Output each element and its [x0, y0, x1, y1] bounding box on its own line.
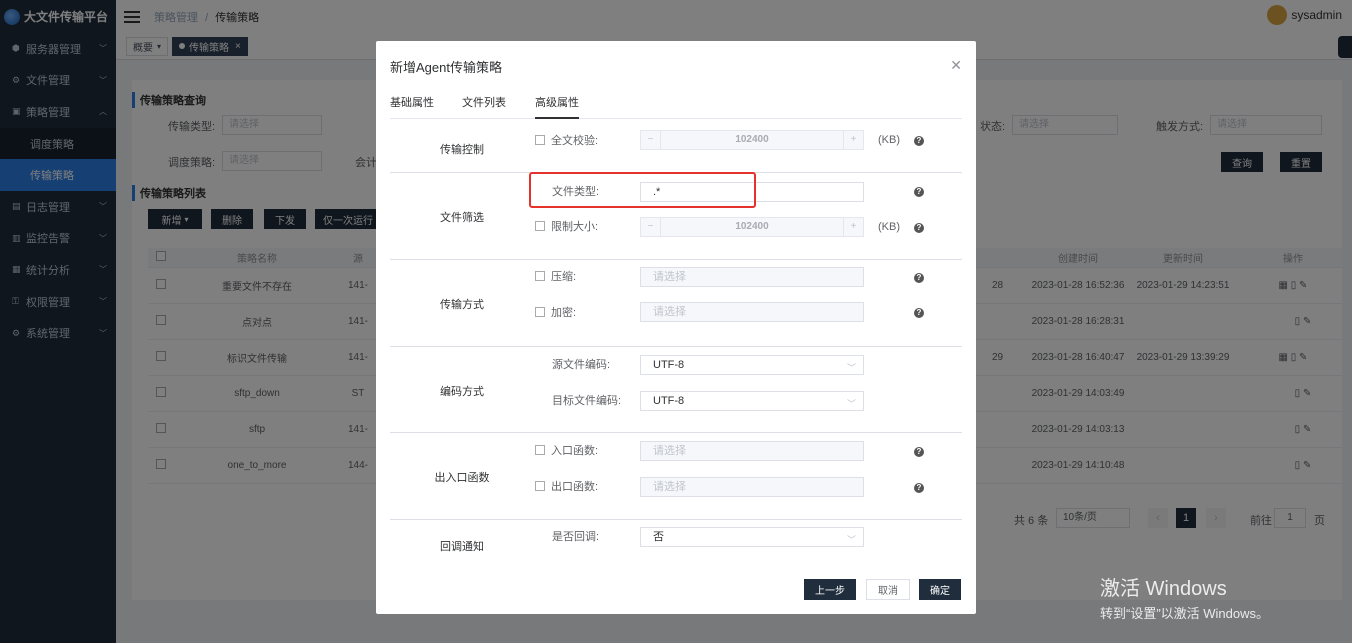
dialog-title: 新增Agent传输策略: [390, 60, 502, 75]
chevron-down-icon: ﹀: [846, 399, 856, 409]
encrypt-checkbox[interactable]: [535, 307, 545, 317]
tab-file-list[interactable]: 文件列表: [462, 96, 506, 119]
group-transfer-mode: 传输方式 压缩: 请选择 ? 加密: 请选择 ?: [390, 260, 962, 347]
cancel-button[interactable]: 取消: [866, 579, 910, 600]
close-icon[interactable]: ✕: [950, 57, 962, 74]
help-icon[interactable]: ?: [914, 136, 924, 146]
chevron-down-icon: ﹀: [846, 535, 856, 545]
group-io-functions: 出入口函数 入口函数: 请选择 ? 出口函数: 请选择 ?: [390, 433, 962, 520]
entry-func-checkbox[interactable]: [535, 445, 545, 455]
help-icon[interactable]: ?: [914, 223, 924, 233]
chevron-down-icon: ﹀: [846, 363, 856, 373]
exit-func-select[interactable]: 请选择: [640, 477, 864, 497]
minus-icon[interactable]: −: [641, 218, 661, 236]
full-check-size-input[interactable]: −102400 +: [640, 130, 864, 150]
help-icon[interactable]: ?: [914, 447, 924, 457]
plus-icon[interactable]: +: [843, 131, 863, 149]
full-check-checkbox[interactable]: [535, 135, 545, 145]
source-encoding-select[interactable]: UTF-8 ﹀: [640, 355, 864, 375]
tab-advanced[interactable]: 高级属性: [535, 96, 579, 119]
size-limit-input[interactable]: −102400 +: [640, 217, 864, 237]
compress-select[interactable]: 请选择: [640, 267, 864, 287]
group-callback: 回调通知 是否回调: 否 ﹀: [390, 520, 962, 570]
plus-icon[interactable]: +: [843, 218, 863, 236]
exit-func-checkbox[interactable]: [535, 481, 545, 491]
group-encoding: 编码方式 源文件编码: UTF-8 ﹀ 目标文件编码: UTF-8 ﹀: [390, 347, 962, 433]
compress-checkbox[interactable]: [535, 271, 545, 281]
help-icon[interactable]: ?: [914, 273, 924, 283]
help-icon[interactable]: ?: [914, 187, 924, 197]
add-agent-transfer-policy-dialog: 新增Agent传输策略 ✕ 基础属性 文件列表 高级属性 传输控制 全文校验: …: [376, 41, 976, 614]
confirm-button[interactable]: 确定: [919, 579, 961, 600]
dialog-tabs: 基础属性 文件列表 高级属性: [390, 96, 962, 119]
size-limit-checkbox[interactable]: [535, 221, 545, 231]
help-icon[interactable]: ?: [914, 483, 924, 493]
target-encoding-select[interactable]: UTF-8 ﹀: [640, 391, 864, 411]
prev-step-button[interactable]: 上一步: [804, 579, 856, 600]
help-icon[interactable]: ?: [914, 308, 924, 318]
encrypt-select[interactable]: 请选择: [640, 302, 864, 322]
callback-select[interactable]: 否 ﹀: [640, 527, 864, 547]
tab-basic[interactable]: 基础属性: [390, 96, 434, 119]
minus-icon[interactable]: −: [641, 131, 661, 149]
annotation-highlight-box: [529, 172, 756, 208]
windows-activation-watermark: 激活 Windows 转到“设置”以激活 Windows。: [1100, 578, 1270, 621]
entry-func-select[interactable]: 请选择: [640, 441, 864, 461]
group-transfer-control: 传输控制 全文校验: −102400 + (KB) ?: [390, 119, 962, 173]
